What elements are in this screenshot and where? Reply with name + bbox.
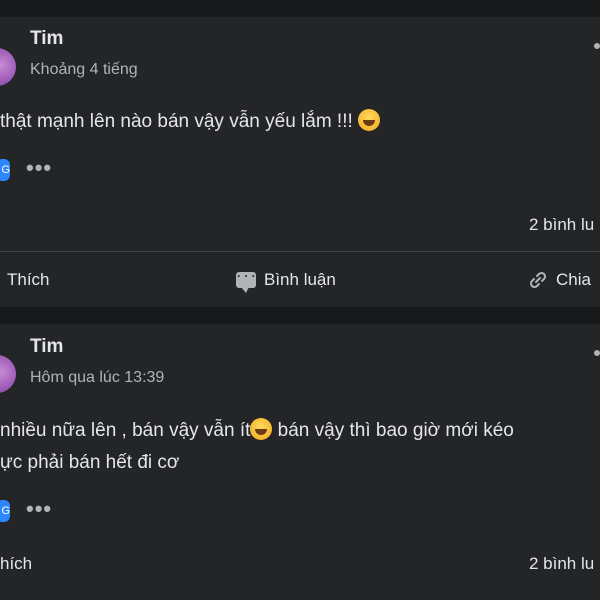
- avatar[interactable]: [0, 355, 16, 393]
- link-icon: [529, 271, 547, 289]
- post-timestamp[interactable]: Hôm qua lúc 13:39: [30, 369, 164, 387]
- post-text-segment: bán vậy thì bao giờ mới kéo: [272, 420, 514, 441]
- share-label: Chia: [556, 270, 591, 289]
- post-text-segment: thật mạnh lên nào bán vậy vẫn yếu lắm !!…: [0, 111, 359, 132]
- more-horizontal-icon[interactable]: •••: [26, 496, 52, 522]
- reaction-chip[interactable]: G: [0, 159, 10, 181]
- like-button[interactable]: hích: [0, 554, 32, 574]
- post-text-line: ực phải bán hết đi cơ: [0, 452, 180, 473]
- post-text: nhiều nữa lên , bán vậy vẫn ít bán vậy t…: [0, 415, 514, 447]
- post-timestamp[interactable]: Khoảng 4 tiếng: [30, 61, 138, 79]
- post-text: thật mạnh lên nào bán vậy vẫn yếu lắm !!…: [0, 106, 381, 138]
- laughing-emoji-icon: [250, 418, 273, 440]
- post-options-icon[interactable]: [594, 43, 600, 49]
- like-label: hích: [0, 554, 33, 573]
- comment-label: Bình luận: [264, 270, 336, 289]
- reaction-chip[interactable]: G: [0, 500, 10, 522]
- comment-icon: [236, 269, 256, 293]
- like-label: Thích: [7, 270, 50, 289]
- more-horizontal-icon[interactable]: •••: [26, 155, 52, 181]
- post-card: Tim Hôm qua lúc 13:39 nhiều nữa lên , bá…: [0, 324, 600, 600]
- post-author[interactable]: Tim: [30, 336, 63, 358]
- post-text-segment: nhiều nữa lên , bán vậy vẫn ít: [0, 420, 251, 441]
- post-author[interactable]: Tim: [30, 28, 63, 50]
- like-button[interactable]: Thích: [7, 270, 50, 290]
- post-card: Tim Khoảng 4 tiếng thật mạnh lên nào bán…: [0, 17, 600, 307]
- comment-count[interactable]: 2 bình lu: [529, 215, 594, 235]
- laughing-emoji-icon: [358, 109, 381, 131]
- post-options-icon[interactable]: [594, 350, 600, 356]
- comment-button[interactable]: Bình luận: [236, 269, 336, 293]
- avatar[interactable]: [0, 48, 16, 86]
- divider: [0, 251, 600, 252]
- comment-count[interactable]: 2 bình lu: [529, 554, 594, 574]
- share-button[interactable]: Chia: [528, 270, 591, 290]
